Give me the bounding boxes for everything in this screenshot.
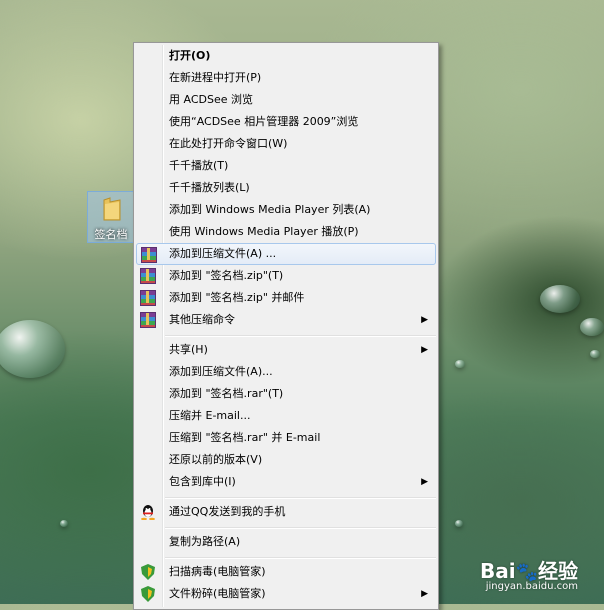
water-drop-decoration [455, 360, 465, 368]
chevron-right-icon: ▶ [421, 345, 428, 355]
water-drop-decoration [0, 320, 65, 378]
menu-item-file-shred[interactable]: 文件粉碎(电脑管家) ▶ [136, 583, 436, 605]
winrar-icon [141, 247, 157, 263]
menu-item-add-to-zip-email[interactable]: 添加到 "签名档.zip" 并邮件 [136, 287, 436, 309]
tencent-shield-icon [141, 564, 155, 580]
menu-separator [165, 557, 436, 559]
menu-item-restore-versions[interactable]: 还原以前的版本(V) [136, 449, 436, 471]
menu-separator [165, 335, 436, 337]
menu-item-wmp-play[interactable]: 使用 Windows Media Player 播放(P) [136, 221, 436, 243]
menu-item-add-to-zip[interactable]: 添加到 "签名档.zip"(T) [136, 265, 436, 287]
tencent-shield-icon [141, 586, 155, 602]
watermark-brand: Bai🐾经验 [479, 559, 578, 583]
menu-item-add-to-archive[interactable]: 添加到压缩文件(A) ... [136, 243, 436, 265]
menu-item-acdsee-browse[interactable]: 用 ACDSee 浏览 [136, 89, 436, 111]
menu-item-scan-virus[interactable]: 扫描病毒(电脑管家) [136, 561, 436, 583]
menu-item-share[interactable]: 共享(H) ▶ [136, 339, 436, 361]
water-drop-decoration [455, 520, 463, 527]
chevron-right-icon: ▶ [421, 477, 428, 487]
water-drop-decoration [590, 350, 600, 358]
menu-item-copy-as-path[interactable]: 复制为路径(A) [136, 531, 436, 553]
winrar-icon [140, 290, 156, 306]
menu-item-add-to-archive-2[interactable]: 添加到压缩文件(A)... [136, 361, 436, 383]
menu-item-open-command-window[interactable]: 在此处打开命令窗口(W) [136, 133, 436, 155]
menu-item-compress-rar-email[interactable]: 压缩到 "签名档.rar" 并 E-mail [136, 427, 436, 449]
qq-penguin-icon [141, 505, 155, 520]
folder-desktop-icon[interactable]: 签名档 [87, 191, 135, 243]
watermark-site: jingyan.baidu.com [485, 581, 578, 592]
menu-item-ttplayer-playlist[interactable]: 千千播放列表(L) [136, 177, 436, 199]
winrar-icon [140, 312, 156, 328]
menu-item-send-via-qq[interactable]: 通过QQ发送到我的手机 [136, 501, 436, 523]
menu-item-compress-email[interactable]: 压缩并 E-mail... [136, 405, 436, 427]
menu-separator [165, 527, 436, 529]
menu-item-other-compress[interactable]: 其他压缩命令 ▶ [136, 309, 436, 331]
water-drop-decoration [580, 318, 604, 336]
baidu-paw-icon: 🐾 [515, 562, 538, 583]
chevron-right-icon: ▶ [421, 315, 428, 325]
menu-item-wmp-add-list[interactable]: 添加到 Windows Media Player 列表(A) [136, 199, 436, 221]
menu-item-open[interactable]: 打开(O) [136, 45, 436, 67]
menu-separator [165, 497, 436, 499]
water-drop-decoration [540, 285, 580, 313]
baidu-jingyan-watermark: Bai🐾经验 jingyan.baidu.com [479, 555, 578, 592]
folder-label: 签名档 [94, 228, 128, 241]
menu-item-open-new-process[interactable]: 在新进程中打开(P) [136, 67, 436, 89]
water-drop-decoration [60, 520, 68, 527]
menu-item-acdsee-manager[interactable]: 使用“ACDSee 相片管理器 2009”浏览 [136, 111, 436, 133]
context-menu: 打开(O) 在新进程中打开(P) 用 ACDSee 浏览 使用“ACDSee 相… [133, 42, 439, 610]
chevron-right-icon: ▶ [421, 589, 428, 599]
winrar-icon [140, 268, 156, 284]
menu-item-ttplayer-play[interactable]: 千千播放(T) [136, 155, 436, 177]
menu-item-add-to-rar[interactable]: 添加到 "签名档.rar"(T) [136, 383, 436, 405]
folder-icon [103, 197, 121, 221]
menu-item-include-in-library[interactable]: 包含到库中(I) ▶ [136, 471, 436, 493]
